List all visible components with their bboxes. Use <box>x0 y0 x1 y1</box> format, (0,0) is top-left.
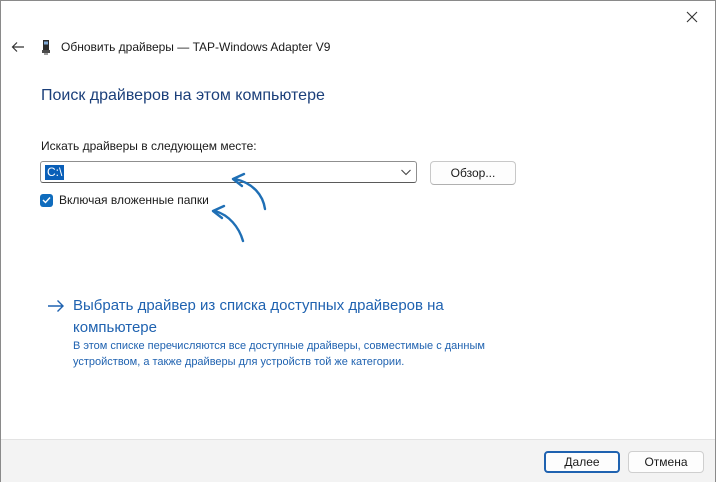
chevron-down-icon[interactable] <box>400 167 412 177</box>
close-icon <box>686 11 698 23</box>
network-adapter-icon <box>41 39 53 55</box>
browse-button[interactable]: Обзор... <box>430 161 516 185</box>
checkmark-icon <box>42 197 51 204</box>
update-drivers-dialog: Обновить драйверы — TAP-Windows Adapter … <box>0 0 716 482</box>
pick-driver-description: В этом списке перечисляются все доступны… <box>73 340 485 368</box>
cancel-button[interactable]: Отмена <box>628 451 704 473</box>
dialog-title: Обновить драйверы — TAP-Windows Adapter … <box>61 40 331 54</box>
pick-driver-link[interactable]: Выбрать драйвер из списка доступных драй… <box>73 295 493 339</box>
back-button[interactable] <box>9 38 27 56</box>
next-button[interactable]: Далее <box>544 451 620 473</box>
include-subfolders-option[interactable]: Включая вложенные папки <box>40 193 209 207</box>
search-location-label: Искать драйверы в следующем месте: <box>41 139 257 153</box>
search-path-value: C:\ <box>45 165 65 180</box>
annotation-arrow-icon <box>211 204 245 243</box>
back-arrow-icon <box>11 42 24 52</box>
dialog-header: Обновить драйверы — TAP-Windows Adapter … <box>9 37 330 57</box>
page-heading: Поиск драйверов на этом компьютере <box>41 87 325 104</box>
arrow-right-icon <box>48 300 64 312</box>
close-button[interactable] <box>677 5 707 29</box>
include-subfolders-checkbox[interactable] <box>40 193 53 207</box>
include-subfolders-label: Включая вложенные папки <box>59 193 209 207</box>
